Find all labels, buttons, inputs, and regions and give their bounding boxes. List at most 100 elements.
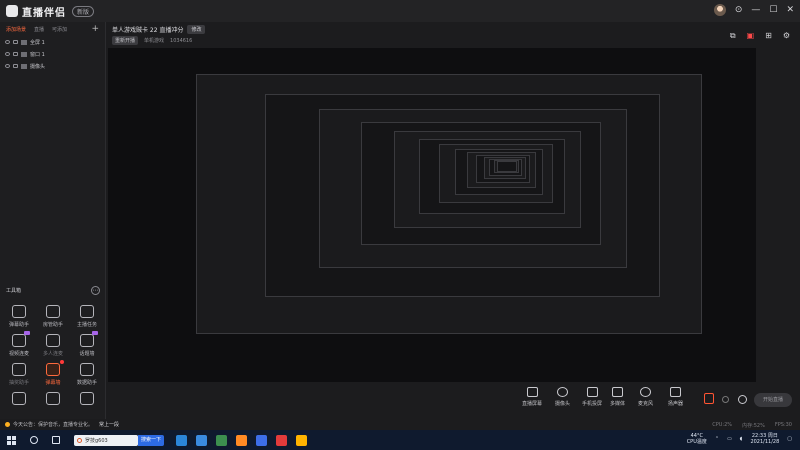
taskbar-app-icon[interactable] (216, 434, 227, 446)
taskbar-app-icon[interactable] (236, 434, 247, 446)
tool-label: 多人连麦 (42, 351, 63, 357)
lock-icon[interactable] (13, 40, 18, 44)
share-icon[interactable]: ⧉ (730, 31, 736, 41)
room-id: 1034616 (170, 37, 193, 44)
cpu-stat: CPU:2% (712, 422, 733, 428)
minimize-button[interactable]: — (751, 5, 760, 15)
taskbar-apps (176, 434, 307, 446)
add-source-icon[interactable]: + (91, 24, 99, 34)
source-item[interactable]: 摄像头 (0, 60, 105, 72)
toolbox-header: 工具箱 ⋯ (0, 286, 106, 295)
record-icon[interactable]: ▣ (747, 31, 755, 41)
perf-stats: CPU:2% 内存:52% FPS:30 (712, 422, 792, 429)
tool-topic[interactable]: 话题墙 (70, 331, 104, 357)
windows-start-icon[interactable] (7, 435, 16, 445)
status-icon[interactable] (722, 396, 729, 403)
tool-label: 抽奖助手 (8, 380, 29, 386)
link-icon[interactable]: ⊞ (765, 31, 772, 41)
camera-icon (21, 63, 27, 69)
screen-button[interactable]: 直播屏幕 (522, 387, 542, 407)
eye-icon[interactable] (5, 64, 10, 68)
edit-title-button[interactable]: 修改 (187, 25, 206, 34)
room-title: 单人游戏贼卡 22 直播冲分 (112, 27, 184, 34)
tab-scene[interactable]: 添加场景 (6, 26, 26, 33)
tool-admin[interactable]: 房管助手 (36, 305, 70, 328)
tab-addable[interactable]: 可添加 (52, 26, 67, 33)
camera-button[interactable]: 摄像头 (555, 387, 570, 407)
source-label: 全屏 1 (30, 39, 45, 46)
record-toggle-icon[interactable] (704, 393, 714, 404)
taskbar-search-button[interactable]: 搜索一下 (138, 434, 164, 446)
version-badge[interactable]: 新版 (72, 5, 95, 17)
lock-icon[interactable] (13, 64, 18, 68)
search-icon[interactable] (30, 436, 38, 444)
admin-icon (46, 305, 60, 318)
close-button[interactable]: ✕ (786, 5, 794, 15)
more-icon[interactable]: ⋯ (91, 286, 100, 295)
tool-lottery[interactable]: 抽奖助手 (2, 363, 36, 386)
preview-canvas[interactable] (108, 48, 756, 382)
tray-chevron-icon[interactable]: ⌃ (715, 436, 719, 442)
clock-date: 2021/11/28 (750, 439, 780, 445)
search-engine-icon (77, 437, 82, 443)
gear-icon[interactable] (738, 395, 747, 404)
notification-icon[interactable]: ▢ (787, 436, 792, 442)
clock[interactable]: 22:33 周日 2021/11/28 (750, 433, 779, 445)
control-label: 扬声器 (668, 401, 684, 407)
cpu-temp[interactable]: 44°C CPU温度 (687, 433, 707, 445)
mic-button[interactable]: 麦克风 (638, 387, 653, 407)
lottery-icon (12, 363, 26, 376)
tool-danmaku-wall[interactable]: 弹幕墙 (36, 360, 70, 386)
logo-icon (6, 5, 18, 17)
settings-icon[interactable]: ⚙ (783, 31, 790, 41)
category-tag[interactable]: 重新开播 (112, 36, 139, 45)
memory-stat: 内存:52% (742, 423, 765, 429)
task-view-icon[interactable] (52, 436, 60, 444)
taskbar-app-icon[interactable] (256, 434, 267, 446)
lock-icon[interactable] (13, 52, 18, 56)
source-item[interactable]: 全屏 1 (0, 36, 105, 48)
maximize-button[interactable]: ☐ (769, 5, 777, 15)
header-action-icons: ⧉ ▣ ⊞ ⚙ (730, 31, 790, 41)
room-meta: 重新开播 单机游戏 1034616 (112, 36, 192, 45)
media-icon (612, 387, 623, 397)
phone-cast-icon (586, 387, 598, 397)
tool-label: 主播任务 (76, 322, 97, 328)
task-icon (80, 305, 94, 318)
tool-task[interactable]: 主播任务 (70, 305, 104, 328)
source-item[interactable]: 窗口 1 (0, 48, 105, 60)
tool-danmaku[interactable]: 弹幕助手 (2, 305, 36, 328)
monitor-icon (21, 39, 27, 45)
control-label: 多媒体 (610, 401, 626, 407)
video-link-icon (12, 331, 30, 347)
screen-icon (526, 387, 538, 397)
go-live-button[interactable]: 开始直播 (754, 393, 792, 407)
network-icon[interactable]: ▭ (727, 436, 732, 442)
taskbar-app-icon[interactable] (176, 434, 187, 446)
speaker-button[interactable]: 扬声器 (668, 387, 683, 407)
tool-video-link[interactable]: 视频连麦 (2, 331, 36, 357)
status-link[interactable]: 常上一段 (99, 421, 119, 428)
taskbar-app-icon[interactable] (196, 434, 207, 446)
media-button[interactable]: 多媒体 (610, 387, 625, 407)
control-label: 摄像头 (555, 401, 571, 407)
phone-cast-button[interactable]: 手机投屏 (582, 387, 602, 407)
avatar[interactable] (713, 4, 726, 16)
source-label: 摄像头 (30, 63, 46, 70)
multi-link-icon (46, 334, 60, 347)
tab-live[interactable]: 直播 (34, 26, 44, 33)
volume-icon[interactable]: ◖ (740, 436, 743, 442)
new-badge (24, 331, 30, 335)
tool-label: 弹幕墙 (45, 380, 61, 386)
control-label: 手机投屏 (582, 401, 603, 407)
window-icon (21, 51, 27, 57)
eye-icon[interactable] (5, 52, 10, 56)
title-bar: 直播伴侣 新版 ⊙ — ☐ ✕ (0, 0, 800, 22)
taskbar-app-icon[interactable] (296, 434, 307, 446)
taskbar-search-input[interactable]: 罗技g603 (74, 434, 138, 446)
skin-button[interactable]: ⊙ (735, 5, 743, 15)
taskbar-app-icon[interactable] (276, 434, 287, 446)
tool-data[interactable]: 数据助手 (70, 363, 104, 386)
tool-multi-link[interactable]: 多人连麦 (36, 334, 70, 357)
eye-icon[interactable] (5, 40, 10, 44)
